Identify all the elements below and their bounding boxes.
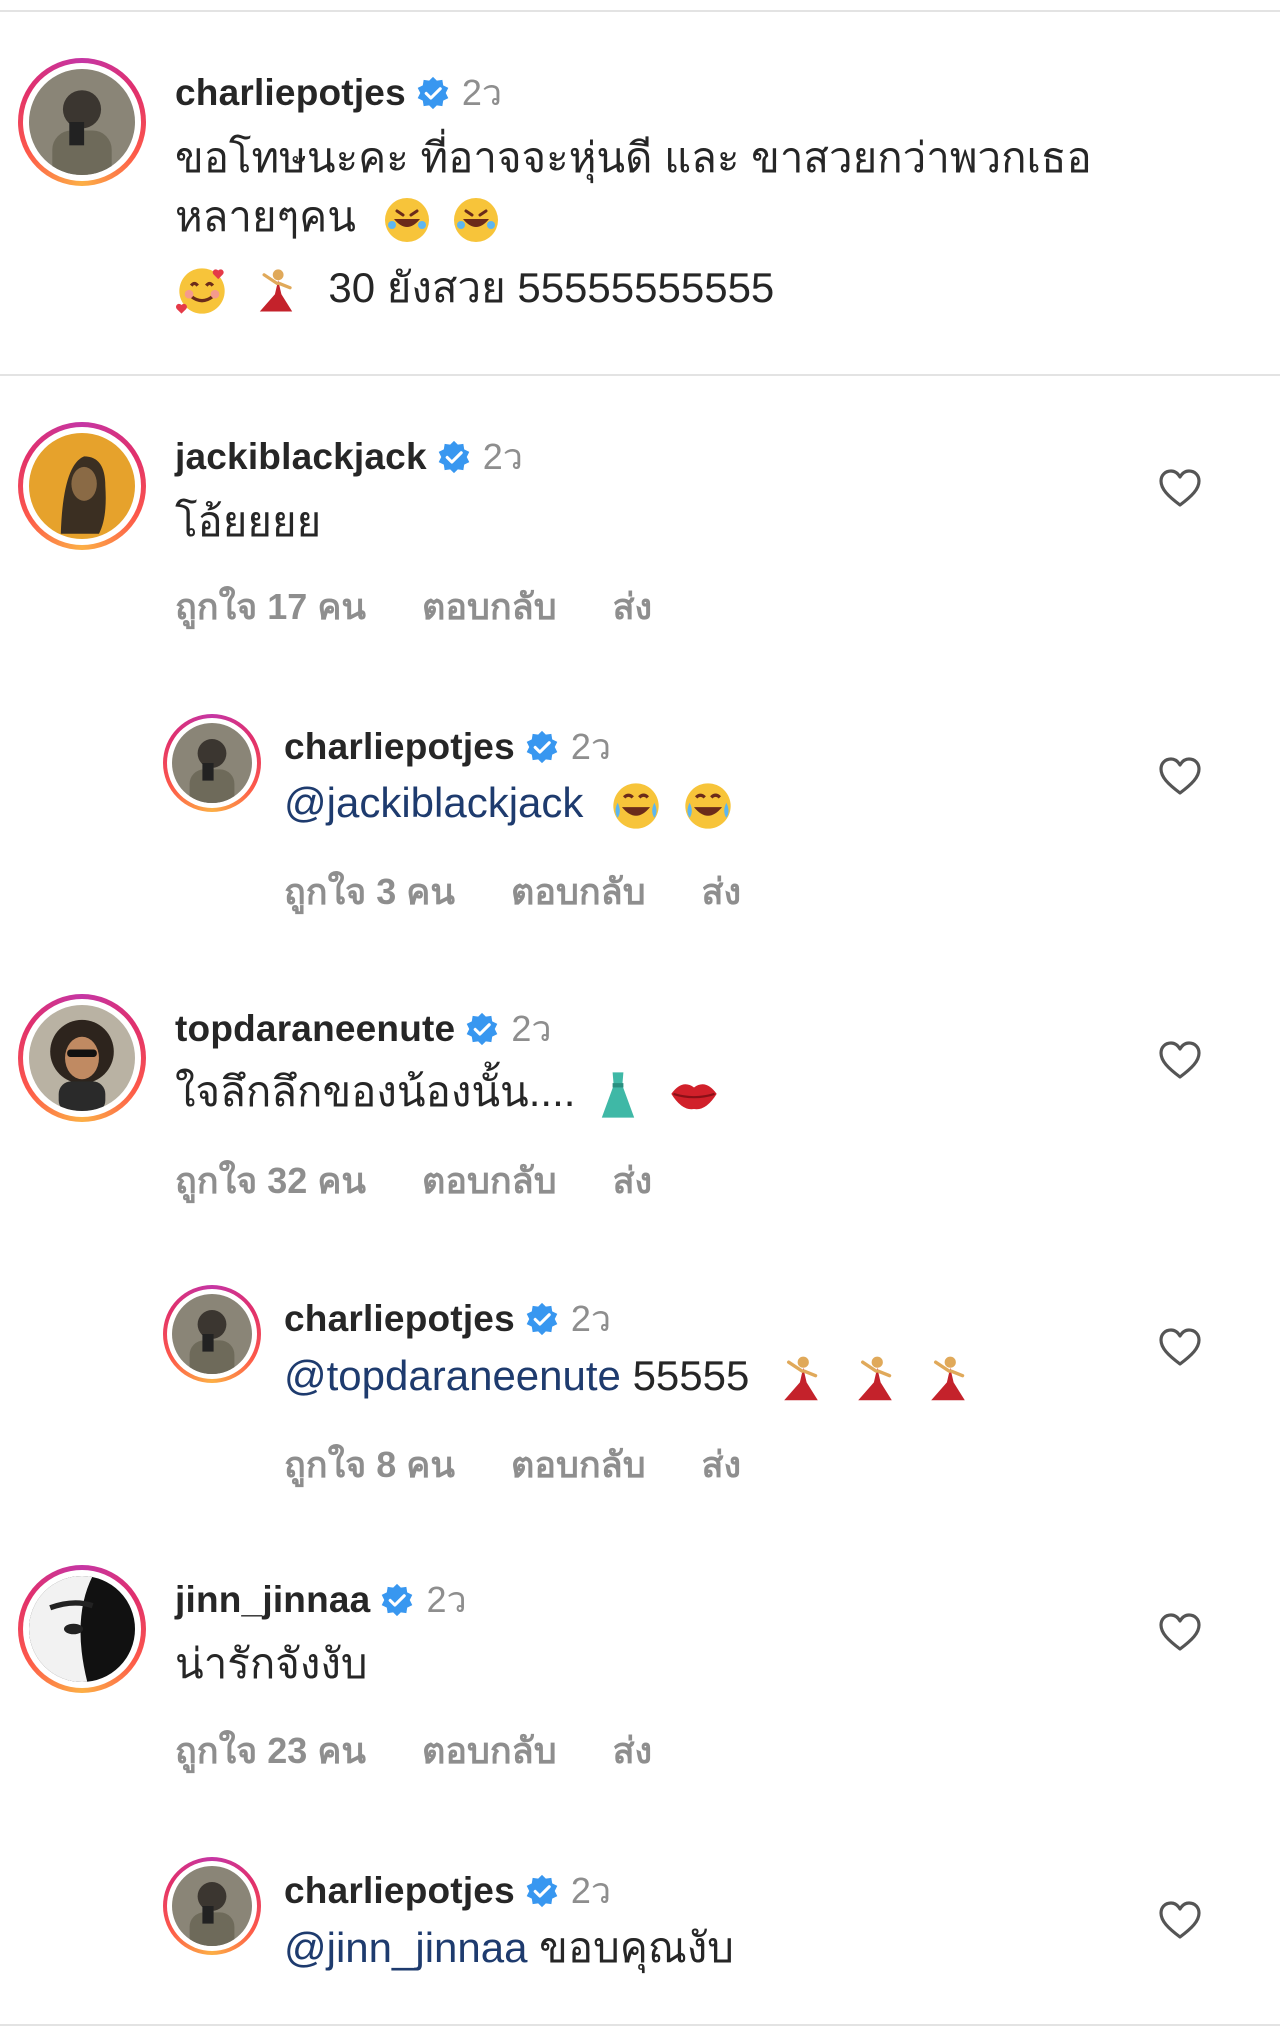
caption-divider <box>0 374 1280 376</box>
comment-text-row: @jackiblackjack <box>284 773 735 833</box>
caption-line-1: ขอโทษนะคะ ที่อาจจะหุ่นดี และ ขาสวยกว่าพว… <box>175 134 1092 181</box>
timestamp: 2ว <box>570 1870 612 1911</box>
verified-badge-icon <box>465 1012 499 1046</box>
like-heart-icon[interactable] <box>1158 1900 1202 1940</box>
verified-badge-icon <box>380 1583 414 1617</box>
avatar[interactable] <box>163 1285 261 1383</box>
avatar[interactable] <box>163 1857 261 1955</box>
comment-text-row: @topdaraneenute 55555 <box>284 1346 976 1407</box>
kiss-lips-emoji-icon <box>667 1068 721 1122</box>
avatar[interactable] <box>18 422 146 550</box>
likes-count[interactable]: ถูกใจ 23 คน <box>175 1722 366 1779</box>
username[interactable]: charliepotjes <box>284 1298 515 1340</box>
comment-text-row: ใจลึกลึกของน้องนั้น.... <box>175 1062 721 1122</box>
avatar[interactable] <box>163 714 261 812</box>
reply-button[interactable]: ตอบกลับ <box>422 578 557 635</box>
mention-link[interactable]: @topdaraneenute <box>284 1352 621 1399</box>
timestamp: 2ว <box>482 436 523 477</box>
comment-text-row: @jinn_jinnaa ขอบคุณงับ <box>284 1918 734 1978</box>
top-divider <box>0 10 1280 12</box>
timestamp: 2ว <box>426 1579 467 1620</box>
timestamp: 2ว <box>461 72 503 113</box>
username[interactable]: charliepotjes <box>175 72 406 114</box>
likes-count[interactable]: ถูกใจ 17 คน <box>175 578 366 635</box>
timestamp: 2ว <box>511 1008 552 1049</box>
rofl-emoji-icon <box>382 195 432 245</box>
bottom-divider <box>0 2024 1280 2026</box>
username[interactable]: jinn_jinnaa <box>175 1579 370 1621</box>
send-button[interactable]: ส่ง <box>702 863 742 920</box>
timestamp: 2ว <box>570 1298 612 1339</box>
username[interactable]: jackiblackjack <box>175 436 427 478</box>
like-heart-icon[interactable] <box>1158 468 1202 508</box>
likes-count[interactable]: ถูกใจ 3 คน <box>284 863 455 920</box>
timestamp: 2ว <box>570 726 612 767</box>
likes-count[interactable]: ถูกใจ 8 คน <box>284 1436 455 1493</box>
caption-line-3: 30 ยังสวย 55555555555 <box>328 264 775 311</box>
reply-button[interactable]: ตอบกลับ <box>511 863 646 920</box>
verified-badge-icon <box>437 440 471 474</box>
dancer-emoji-icon <box>847 1351 903 1407</box>
reply-button[interactable]: ตอบกลับ <box>511 1436 646 1493</box>
like-heart-icon[interactable] <box>1158 1327 1202 1367</box>
caption-line-3-row: 30 ยังสวย 55555555555 <box>175 258 774 318</box>
comment-text: 55555 <box>620 1352 750 1399</box>
comment-text: ขอบคุณงับ <box>527 1924 734 1971</box>
dancer-emoji-icon <box>773 1351 829 1407</box>
like-heart-icon[interactable] <box>1158 1612 1202 1652</box>
verified-badge-icon <box>525 730 559 764</box>
send-button[interactable]: ส่ง <box>613 578 653 635</box>
username[interactable]: charliepotjes <box>284 1870 515 1912</box>
dancer-emoji-icon <box>920 1351 976 1407</box>
send-button[interactable]: ส่ง <box>613 1722 653 1779</box>
caption-line-2-row: หลายๆคน <box>175 187 501 247</box>
smiling-hearts-emoji-icon <box>175 264 229 318</box>
mention-link[interactable]: @jinn_jinnaa <box>284 1924 527 1971</box>
like-heart-icon[interactable] <box>1158 1040 1202 1080</box>
joy-emoji-icon <box>609 779 663 833</box>
verified-badge-icon <box>416 76 450 110</box>
caption-line-2: หลายๆคน <box>175 193 356 240</box>
verified-badge-icon <box>525 1874 559 1908</box>
send-button[interactable]: ส่ง <box>702 1436 742 1493</box>
rofl-emoji-icon <box>451 195 501 245</box>
comment-text: ใจลึกลึกของน้องนั้น.... <box>175 1068 576 1115</box>
dress-emoji-icon <box>591 1068 645 1122</box>
avatar[interactable] <box>18 58 146 186</box>
likes-count[interactable]: ถูกใจ 32 คน <box>175 1152 366 1209</box>
username[interactable]: topdaraneenute <box>175 1008 455 1050</box>
verified-badge-icon <box>525 1302 559 1336</box>
avatar[interactable] <box>18 1565 146 1693</box>
send-button[interactable]: ส่ง <box>613 1152 653 1209</box>
reply-button[interactable]: ตอบกลับ <box>422 1722 557 1779</box>
reply-button[interactable]: ตอบกลับ <box>422 1152 557 1209</box>
joy-emoji-icon <box>681 779 735 833</box>
dancer-emoji-icon <box>249 264 303 318</box>
comment-text: โอ้ยยยย <box>175 498 322 545</box>
mention-link[interactable]: @jackiblackjack <box>284 779 583 826</box>
comment-text: น่ารักจังงับ <box>175 1640 368 1687</box>
like-heart-icon[interactable] <box>1158 756 1202 796</box>
username[interactable]: charliepotjes <box>284 726 515 768</box>
comments-screen: charliepotjes 2ว ขอโทษนะคะ ที่อาจจะหุ่นด… <box>0 0 1280 2035</box>
avatar[interactable] <box>18 994 146 1122</box>
